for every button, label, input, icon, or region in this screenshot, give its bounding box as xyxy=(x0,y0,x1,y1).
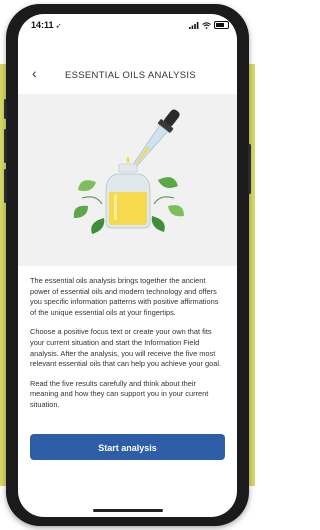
power-button xyxy=(248,144,251,194)
volume-up-button xyxy=(4,129,7,163)
home-indicator xyxy=(93,509,163,512)
wifi-icon xyxy=(202,21,211,29)
description-paragraph-3: Read the five results carefully and thin… xyxy=(30,378,209,409)
essential-oil-illustration-icon xyxy=(73,109,184,234)
hero-illustration xyxy=(18,94,237,266)
navigation-bar: ‹ ESSENTIAL OILS ANALYSIS xyxy=(18,64,237,86)
description-paragraph-2: Choose a positive focus text or create y… xyxy=(30,327,222,369)
status-icons xyxy=(189,21,229,29)
location-arrow-icon: ➶ xyxy=(55,23,62,30)
status-time: 14:11 ➶ xyxy=(31,20,62,30)
battery-icon xyxy=(214,21,229,29)
status-bar: 14:11 ➶ xyxy=(18,14,237,36)
volume-down-button xyxy=(4,169,7,203)
mute-switch xyxy=(4,99,7,119)
description-paragraph-1: The essential oils analysis brings toget… xyxy=(30,276,219,317)
start-analysis-button[interactable]: Start analysis xyxy=(30,434,225,460)
page-title: ESSENTIAL OILS ANALYSIS xyxy=(65,70,196,81)
signal-icon xyxy=(189,21,199,29)
description-text: The essential oils analysis brings toget… xyxy=(30,276,225,420)
app-screen: 14:11 ➶ ‹ ESSENTIAL OILS ANALYSIS The es… xyxy=(18,14,237,517)
